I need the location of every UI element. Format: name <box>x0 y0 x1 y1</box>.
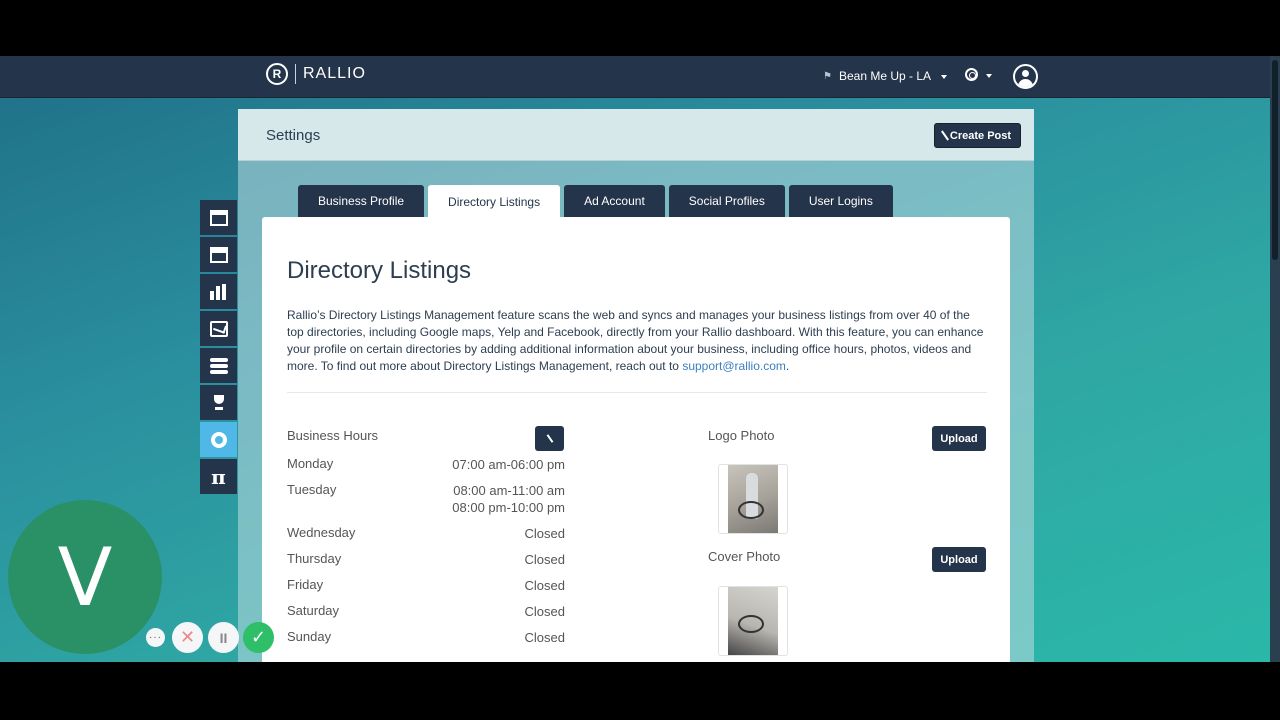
sidebar-item-messages[interactable] <box>200 311 237 346</box>
tab-social-profiles[interactable]: Social Profiles <box>668 185 785 217</box>
intro-paragraph: Rallio’s Directory Listings Management f… <box>287 307 987 375</box>
cover-photo-thumbnail[interactable] <box>718 586 788 656</box>
hours-row-sunday: Sunday Closed <box>287 629 565 646</box>
hours-time: 08:00 am-11:00 am <box>453 483 565 498</box>
pencil-icon <box>940 130 949 141</box>
logo-text: RALLIO <box>303 65 366 82</box>
day-label: Friday <box>287 577 324 592</box>
hours-value: Closed <box>525 603 565 620</box>
hours-row-tuesday: Tuesday 08:00 am-11:00 am 08:00 pm-10:00… <box>287 482 565 516</box>
bar-chart-icon <box>209 283 228 300</box>
sidebar-item-rewards[interactable] <box>200 385 237 420</box>
hours-row-saturday: Saturday Closed <box>287 603 565 620</box>
tab-user-logins[interactable]: User Logins <box>788 185 893 217</box>
hours-row-thursday: Thursday Closed <box>287 551 565 568</box>
settings-panel: Settings Create Post Business Profile Di… <box>238 109 1034 662</box>
sidebar-item-analytics[interactable] <box>200 274 237 309</box>
hours-value: Closed <box>525 577 565 594</box>
scrollbar-thumb[interactable] <box>1272 60 1278 260</box>
upload-cover-button[interactable]: Upload <box>932 547 986 572</box>
recorder-more-button[interactable]: ··· <box>146 628 165 647</box>
create-post-label: Create Post <box>949 129 1012 142</box>
tab-directory-listings[interactable]: Directory Listings <box>428 185 561 218</box>
hours-time: Closed <box>524 526 565 541</box>
hours-time: Closed <box>524 604 565 619</box>
app-screen: R RALLIO ⚑ Bean Me Up - LA Settings Crea… <box>0 56 1280 662</box>
day-label: Saturday <box>287 603 340 618</box>
hours-time: Closed <box>524 630 565 645</box>
day-label: Wednesday <box>287 525 356 540</box>
flag-icon: ⚑ <box>823 70 832 82</box>
panel-header: Settings Create Post <box>238 109 1034 161</box>
recorder-pause-button[interactable]: II <box>208 622 239 653</box>
hours-time: Closed <box>524 578 565 593</box>
sidebar-item-settings[interactable] <box>200 422 237 457</box>
recorder-avatar: V <box>8 500 162 654</box>
intro-end: . <box>785 359 790 373</box>
hours-row-friday: Friday Closed <box>287 577 565 594</box>
top-navbar: R RALLIO ⚑ Bean Me Up - LA <box>0 56 1270 98</box>
tab-ad-account[interactable]: Ad Account <box>564 185 665 217</box>
create-post-button[interactable]: Create Post <box>934 123 1021 148</box>
gear-icon <box>210 431 227 448</box>
database-icon <box>209 357 228 374</box>
edit-hours-button[interactable] <box>535 426 564 451</box>
sidebar-item-content[interactable] <box>200 348 237 383</box>
user-avatar-icon[interactable] <box>1013 64 1038 89</box>
hours-row-monday: Monday 07:00 am-06:00 pm <box>287 456 565 473</box>
hours-row-wednesday: Wednesday Closed <box>287 525 565 542</box>
hours-time: 08:00 pm-10:00 pm <box>452 500 565 515</box>
help-menu[interactable] <box>965 68 992 81</box>
sidebar-item-pi[interactable]: π <box>200 459 237 494</box>
cable-shape <box>738 501 764 519</box>
hours-value: Closed <box>525 525 565 542</box>
sidebar-item-calendar[interactable] <box>200 237 237 272</box>
logo-photo-image <box>728 465 778 533</box>
recorder-done-button[interactable]: ✓ <box>243 622 274 653</box>
sidebar-item-store[interactable] <box>200 200 237 235</box>
message-icon <box>209 320 228 337</box>
page-title: Settings <box>266 127 321 144</box>
tab-business-profile[interactable]: Business Profile <box>298 185 425 217</box>
divider <box>287 392 987 393</box>
day-label: Thursday <box>287 551 342 566</box>
recorder-cancel-button[interactable]: ✕ <box>172 622 203 653</box>
pencil-icon <box>546 434 553 443</box>
cable-shape <box>738 615 764 633</box>
hours-value: Closed <box>525 629 565 646</box>
hours-value: Closed <box>525 551 565 568</box>
day-label: Monday <box>287 456 334 471</box>
hours-time: 07:00 am-06:00 pm <box>452 457 565 472</box>
section-heading: Directory Listings <box>287 257 472 284</box>
chevron-down-icon <box>941 75 948 79</box>
left-sidebar: π <box>200 200 237 496</box>
location-name: Bean Me Up - LA <box>839 69 932 83</box>
cover-photo-image <box>728 587 778 655</box>
lifebuoy-icon <box>965 68 978 81</box>
rallio-logo[interactable]: R RALLIO <box>266 63 366 85</box>
hours-time: Closed <box>524 552 565 567</box>
settings-tabs: Business Profile Directory Listings Ad A… <box>298 185 893 218</box>
calendar-icon <box>209 246 228 263</box>
location-selector[interactable]: ⚑ Bean Me Up - LA <box>823 69 948 83</box>
pi-icon: π <box>211 464 226 489</box>
storefront-icon <box>209 209 228 226</box>
day-label: Tuesday <box>287 482 337 497</box>
day-label: Sunday <box>287 629 332 644</box>
logo-divider <box>295 64 296 84</box>
hours-value: 07:00 am-06:00 pm <box>452 456 565 473</box>
cover-photo-label: Cover Photo <box>708 549 781 564</box>
directory-listings-card: Directory Listings Rallio’s Directory Li… <box>262 217 1010 662</box>
logo-photo-thumbnail[interactable] <box>718 464 788 534</box>
trophy-icon <box>212 394 226 411</box>
intro-text: Rallio’s Directory Listings Management f… <box>287 308 984 373</box>
upload-logo-button[interactable]: Upload <box>932 426 986 451</box>
logo-mark-icon: R <box>266 63 288 85</box>
hours-value: 08:00 am-11:00 am 08:00 pm-10:00 pm <box>452 482 565 516</box>
chevron-down-icon <box>986 73 992 78</box>
business-hours-list: Monday 07:00 am-06:00 pm Tuesday 08:00 a… <box>287 456 565 655</box>
business-hours-label: Business Hours <box>287 428 379 443</box>
logo-photo-label: Logo Photo <box>708 428 775 443</box>
support-email-link[interactable]: support@rallio.com <box>682 359 786 373</box>
